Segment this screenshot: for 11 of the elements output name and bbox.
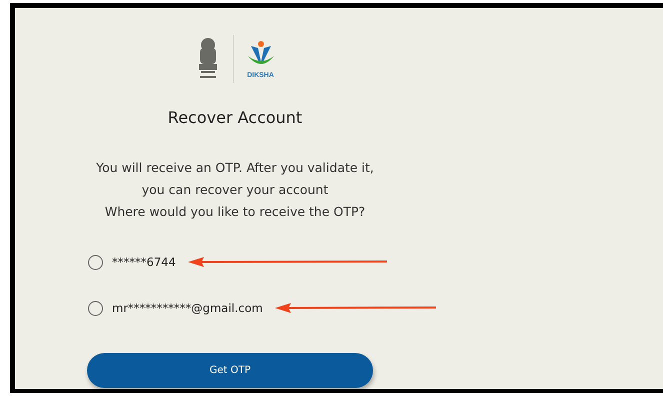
option-label: ******6744 xyxy=(112,255,176,269)
option-label: mr***********@gmail.com xyxy=(112,301,263,315)
instruction-text: You will receive an OTP. After you validate it, xyxy=(96,159,374,177)
page-title: Recover Account xyxy=(168,108,302,127)
radio-button[interactable] xyxy=(88,254,103,270)
instruction-text: you can recover your account xyxy=(142,181,328,199)
instruction-text: Where would you like to receive the OTP? xyxy=(104,203,366,221)
arrow-icon xyxy=(188,256,387,268)
arrow-icon xyxy=(274,302,436,314)
radio-button[interactable] xyxy=(88,300,103,316)
get-otp-button[interactable]: Get OTP xyxy=(87,353,373,388)
